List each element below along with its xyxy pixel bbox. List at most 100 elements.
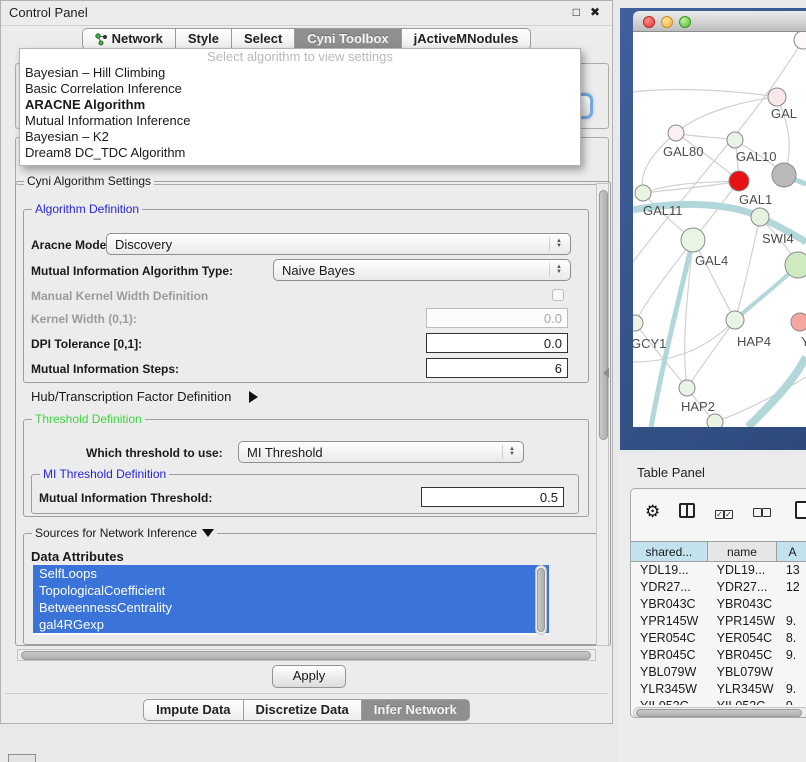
table-row[interactable]: YER054CYER054C8. — [631, 630, 806, 647]
table-cell: YER054C — [631, 630, 708, 647]
network-edge[interactable] — [633, 90, 777, 97]
tab-cyni-toolbox[interactable]: Cyni Toolbox — [294, 28, 400, 50]
settings-vscrollbar[interactable] — [596, 183, 609, 646]
partial-button-fragment[interactable] — [8, 754, 36, 762]
column-header-shared[interactable]: shared... — [631, 541, 708, 562]
manual-kernel-checkbox[interactable] — [552, 289, 564, 301]
network-node-gcy1[interactable] — [633, 315, 643, 331]
dropdown-item[interactable]: Bayesian – K2 — [20, 129, 580, 145]
mi-type-label: Mutual Information Algorithm Type: — [31, 264, 233, 278]
split-collapse-icon[interactable] — [603, 368, 609, 378]
dpi-tolerance-label: DPI Tolerance [0,1]: — [31, 337, 142, 351]
table-row[interactable]: YDR27...YDR27...12 — [631, 579, 806, 596]
network-node[interactable] — [785, 252, 806, 278]
which-threshold-select[interactable]: MI Threshold ▲▼ — [238, 441, 524, 463]
zoom-traffic-icon[interactable] — [679, 16, 691, 28]
tab-network[interactable]: Network — [82, 28, 175, 50]
minimize-traffic-icon[interactable] — [661, 16, 673, 28]
float-window-icon[interactable]: □ — [573, 5, 580, 19]
tab-style[interactable]: Style — [175, 28, 231, 50]
kernel-width-input[interactable]: 0.0 — [426, 308, 568, 328]
table-row[interactable]: YBR045CYBR045C9. — [631, 647, 806, 664]
stepper-arrows-icon: ▲▼ — [502, 445, 515, 459]
aracne-mode-select[interactable]: Discovery ▲▼ — [106, 233, 571, 255]
network-node[interactable] — [794, 32, 806, 49]
table-hscrollbar[interactable] — [633, 707, 806, 718]
table-cell — [777, 596, 806, 613]
table-row[interactable]: YPR145WYPR145W9. — [631, 613, 806, 630]
tab-discretize-data[interactable]: Discretize Data — [243, 699, 361, 721]
node-label: GAL1 — [739, 192, 772, 207]
table-row[interactable]: YIL052CYIL052C9 — [631, 698, 806, 705]
network-edge[interactable] — [735, 217, 760, 320]
dropdown-item[interactable]: Bayesian – Hill Climbing — [20, 65, 580, 81]
table-cell: YER054C — [708, 630, 777, 647]
table-cell: YPR145W — [708, 613, 777, 630]
table-row[interactable]: YBR043CYBR043C — [631, 596, 806, 613]
table-cell: YDL19... — [708, 562, 777, 579]
manual-kernel-label: Manual Kernel Width Definition — [31, 289, 208, 303]
tab-select[interactable]: Select — [231, 28, 294, 50]
settings-hscrollbar[interactable] — [17, 649, 596, 661]
network-node-swi4[interactable] — [751, 208, 769, 226]
attribute-item[interactable]: TopologicalCoefficient — [33, 582, 549, 599]
network-node-hap4[interactable] — [726, 311, 744, 329]
algorithm-dropdown-popup: Select algorithm to view settingsBayesia… — [19, 48, 581, 166]
dropdown-item[interactable]: Mutual Information Inference — [20, 113, 580, 129]
tab-label: Network — [112, 29, 163, 49]
network-node-gal11[interactable] — [635, 185, 651, 201]
attribute-item[interactable]: BetweennessCentrality — [33, 599, 549, 616]
collapse-arrow-icon[interactable] — [202, 529, 214, 537]
network-node-gal80[interactable] — [668, 125, 684, 141]
network-view-frame: GALGAL80GAL10GAL1GAL11SWI4GAL4GCY1HAP4YH… — [620, 8, 806, 450]
column-header-name[interactable]: name — [708, 541, 777, 562]
network-node[interactable] — [772, 163, 796, 187]
network-node-hap2[interactable] — [679, 380, 695, 396]
table-row[interactable]: YBL079WYBL079W — [631, 664, 806, 681]
panel-divider — [5, 693, 608, 694]
gear-icon[interactable]: ⚙ — [645, 503, 660, 521]
attribute-item[interactable]: SelfLoops — [33, 565, 549, 582]
expand-arrow-icon[interactable] — [249, 391, 258, 403]
select-all-columns-icon[interactable]: ✓✓ — [715, 505, 733, 520]
tab-jactivemnodules[interactable]: jActiveMNodules — [401, 28, 532, 50]
mi-type-select[interactable]: Naive Bayes ▲▼ — [273, 259, 571, 281]
tab-impute-data[interactable]: Impute Data — [143, 699, 242, 721]
network-edge[interactable] — [676, 97, 777, 133]
control-panel-titlebar: Control Panel □ ✖ — [1, 1, 612, 26]
mi-steps-input[interactable]: 6 — [426, 358, 568, 378]
dropdown-item[interactable]: Dream8 DC_TDC Algorithm — [20, 145, 580, 161]
network-node[interactable] — [707, 414, 723, 427]
network-node-y[interactable] — [791, 313, 806, 331]
export-table-icon[interactable] — [795, 501, 806, 519]
network-window-titlebar[interactable] — [633, 11, 806, 32]
network-edge[interactable] — [687, 320, 735, 388]
column-header-a[interactable]: A — [777, 541, 806, 562]
network-node-gal4[interactable] — [681, 228, 705, 252]
table-cell: 13 — [777, 562, 806, 579]
deselect-all-columns-icon[interactable] — [753, 505, 771, 520]
close-icon[interactable]: ✖ — [590, 5, 600, 19]
network-edge[interactable] — [642, 133, 676, 193]
table-row[interactable]: YLR345WYLR345W9. — [631, 681, 806, 698]
tab-infer-network[interactable]: Infer Network — [361, 699, 470, 721]
network-edge-highlighted[interactable] — [748, 357, 806, 427]
attribute-item[interactable]: gal4RGexp — [33, 616, 549, 633]
dropdown-item[interactable]: Basic Correlation Inference — [20, 81, 580, 97]
network-node-gal[interactable] — [768, 88, 786, 106]
network-node-gal10[interactable] — [727, 132, 743, 148]
dpi-tolerance-input[interactable]: 0.0 — [426, 333, 568, 353]
table-cell: YBL079W — [631, 664, 708, 681]
network-edge[interactable] — [693, 240, 735, 320]
network-node-gal1[interactable] — [729, 171, 749, 191]
table-panel: Table Panel ⚙ ✓✓ shared...nameA YDL19...… — [618, 455, 806, 762]
table-row[interactable]: YDL19...YDL19...13 — [631, 562, 806, 579]
mi-threshold-input[interactable]: 0.5 — [421, 487, 564, 507]
close-traffic-icon[interactable] — [643, 16, 655, 28]
node-label: GAL10 — [736, 149, 776, 164]
attribute-list-vscrollbar[interactable] — [535, 565, 547, 635]
dropdown-item[interactable]: ARACNE Algorithm — [20, 97, 580, 113]
network-canvas[interactable]: GALGAL80GAL10GAL1GAL11SWI4GAL4GCY1HAP4YH… — [633, 32, 806, 427]
columns-icon[interactable] — [679, 503, 695, 518]
apply-button[interactable]: Apply — [272, 665, 346, 688]
